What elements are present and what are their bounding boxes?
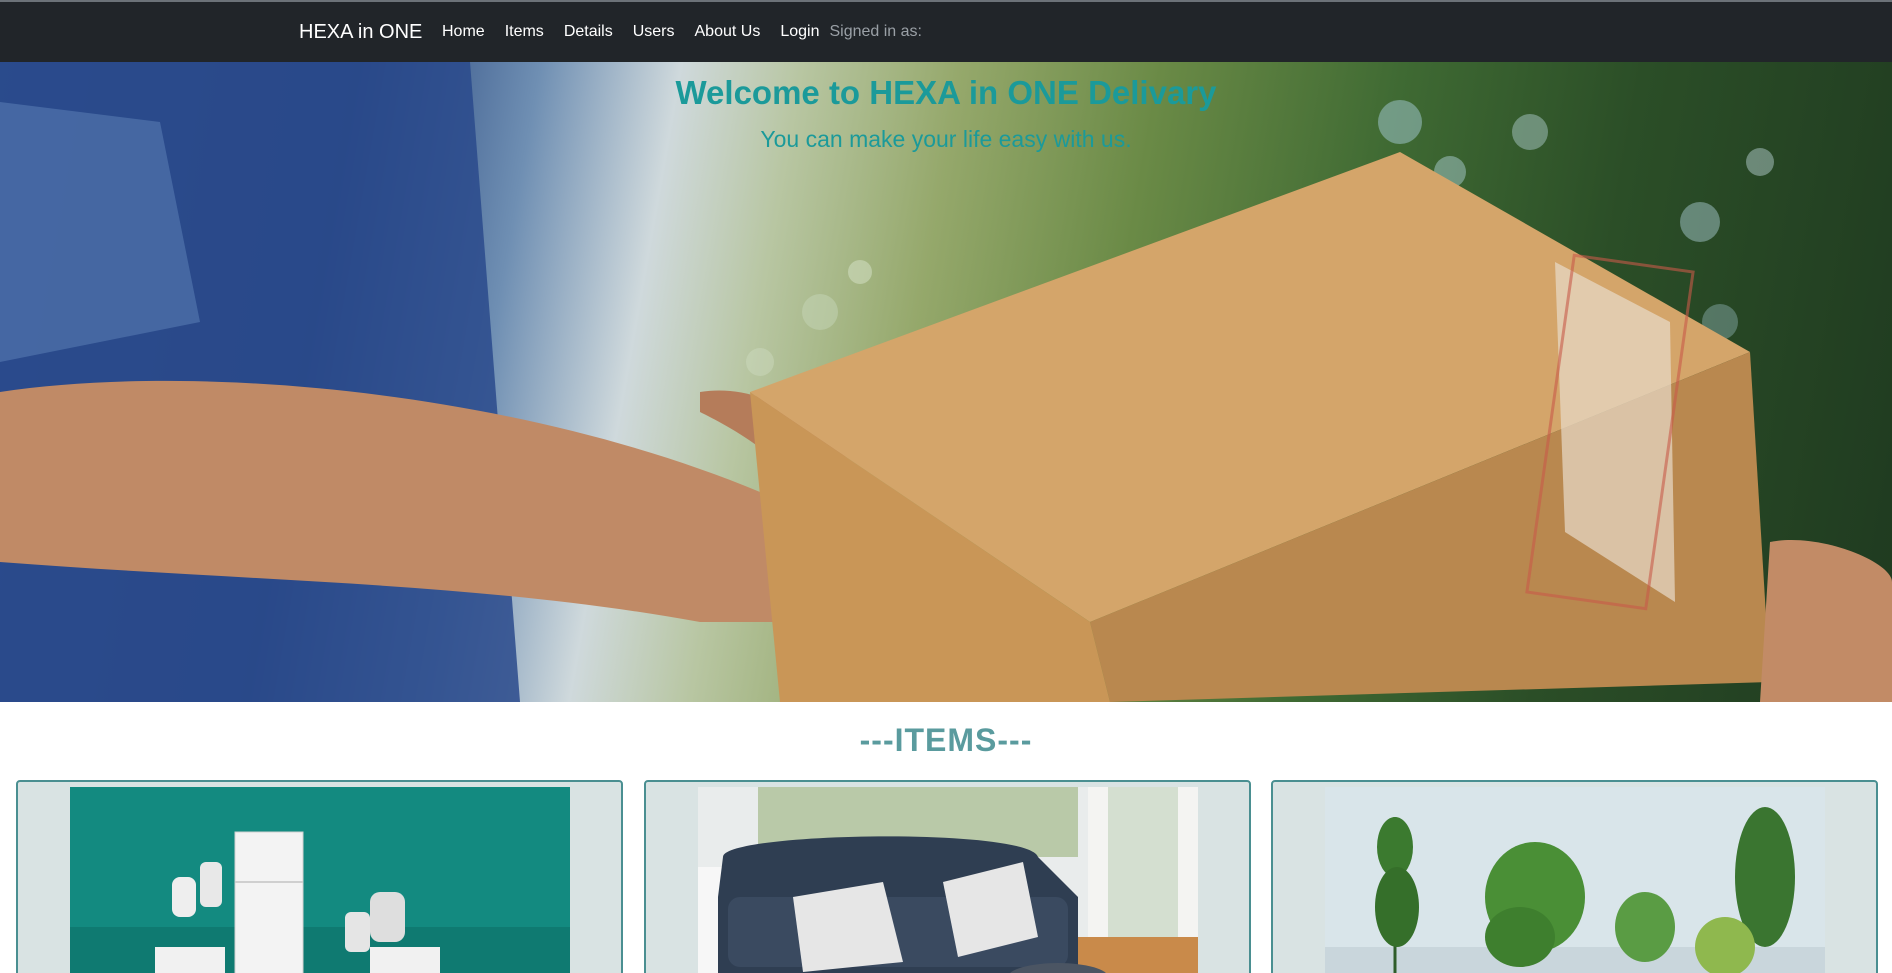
signed-in-status: Signed in as: xyxy=(829,23,922,40)
items-heading: ---ITEMS--- xyxy=(859,722,1033,758)
nav-home[interactable]: Home xyxy=(442,23,485,41)
nav-about-us[interactable]: About Us xyxy=(695,23,761,41)
navbar: HEXA in ONE Home Items Details Users Abo… xyxy=(0,2,1892,62)
item-image-appliances xyxy=(70,787,570,973)
nav-links: Home Items Details Users About Us Login … xyxy=(442,23,922,41)
hero-delivery-image xyxy=(0,62,1892,702)
nav-login[interactable]: Login xyxy=(780,23,819,41)
item-image-furniture xyxy=(698,787,1198,973)
item-card-appliances[interactable] xyxy=(16,780,623,973)
item-image-plants xyxy=(1325,787,1825,973)
item-card-furniture[interactable] xyxy=(644,780,1251,973)
nav-details[interactable]: Details xyxy=(564,23,613,41)
hero-title: Welcome to HEXA in ONE Delivary xyxy=(675,74,1217,111)
nav-users[interactable]: Users xyxy=(633,23,675,41)
nav-items[interactable]: Items xyxy=(505,23,544,41)
hero-banner: Welcome to HEXA in ONE Delivary You can … xyxy=(0,62,1892,702)
brand-logo-text[interactable]: HEXA in ONE xyxy=(299,21,422,44)
hero-subtitle: You can make your life easy with us. xyxy=(760,126,1132,152)
item-card-plants[interactable] xyxy=(1271,780,1878,973)
